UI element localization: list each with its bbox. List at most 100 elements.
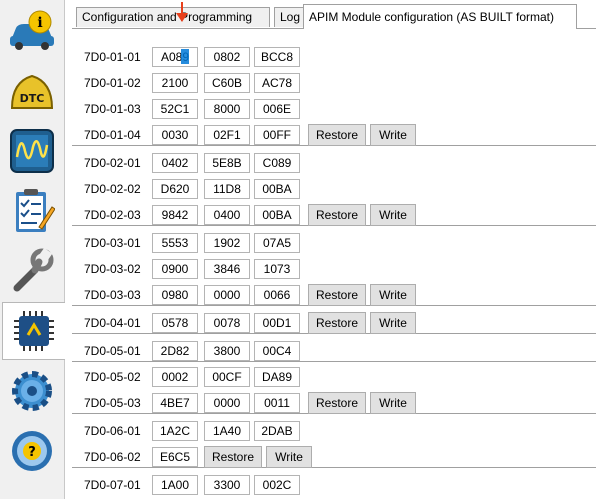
svg-text:?: ? [28,445,36,460]
restore-button[interactable]: Restore [204,446,262,468]
svg-text:DTC: DTC [20,92,45,105]
row-label: 7D0-03-03 [84,288,141,302]
value-cell[interactable]: C089 [254,153,300,173]
write-button[interactable]: Write [370,284,416,306]
value-cell[interactable]: 2DAB [254,421,300,441]
value-cell[interactable]: 0578 [152,313,198,333]
value-cell[interactable]: 00FF [254,125,300,145]
row-label: 7D0-07-01 [84,478,141,492]
value-cell[interactable]: DA89 [254,367,300,387]
value-cell[interactable]: 07A5 [254,233,300,253]
value-cell[interactable]: BCC8 [254,47,300,67]
restore-button[interactable]: Restore [308,124,366,146]
row-label: 7D0-02-01 [84,156,141,170]
value-cell[interactable]: 52C1 [152,99,198,119]
value-cell[interactable]: 0011 [254,393,300,413]
value-cell[interactable]: 00BA [254,179,300,199]
value-cell[interactable]: 1A2C [152,421,198,441]
value-cell[interactable]: 006E [254,99,300,119]
value-cell[interactable]: 1073 [254,259,300,279]
sidebar-item-chip[interactable] [2,302,65,360]
write-button[interactable]: Write [370,392,416,414]
value-cell[interactable]: 2D82 [152,341,198,361]
sidebar-item-wrench[interactable] [2,242,62,300]
value-cell[interactable]: 002C [254,475,300,495]
restore-button[interactable]: Restore [308,204,366,226]
wrench-icon [13,248,54,292]
sidebar: i DTC ? [0,0,65,499]
row-label: 7D0-06-01 [84,424,141,438]
value-cell[interactable]: 5E8B [204,153,250,173]
value-cell[interactable]: 0980 [152,285,198,305]
tab-configuration-and-programming[interactable]: Configuration and Programming [76,7,270,27]
sidebar-item-checklist[interactable] [2,182,62,240]
value-cell[interactable]: 0078 [204,313,250,333]
sidebar-item-car-info[interactable]: i [2,2,62,60]
write-button[interactable]: Write [370,312,416,334]
value-cell[interactable]: E6C5 [152,447,198,467]
value-cell[interactable]: 0066 [254,285,300,305]
value-cell[interactable]: 00CF [204,367,250,387]
text-selection-highlight [181,49,189,64]
value-cell[interactable]: 3300 [204,475,250,495]
value-cell[interactable]: 0400 [204,205,250,225]
value-cell[interactable]: 1902 [204,233,250,253]
value-cell[interactable]: 3800 [204,341,250,361]
value-cell[interactable]: 00C4 [254,341,300,361]
value-cell[interactable]: 0900 [152,259,198,279]
restore-button[interactable]: Restore [308,392,366,414]
restore-button[interactable]: Restore [308,284,366,306]
row-label: 7D0-05-02 [84,370,141,384]
row-label: 7D0-01-04 [84,128,141,142]
sidebar-item-settings[interactable] [2,362,62,420]
value-cell[interactable]: 00D1 [254,313,300,333]
row-label: 7D0-02-03 [84,208,141,222]
value-cell[interactable]: 1A40 [204,421,250,441]
value-cell[interactable]: 8000 [204,99,250,119]
value-cell[interactable]: 0002 [152,367,198,387]
tab-bar: Configuration and Programming Log APIM M… [72,4,596,29]
value-cell[interactable]: 5553 [152,233,198,253]
checklist-icon [16,189,55,232]
svg-text:i: i [37,15,42,31]
row-label: 7D0-05-03 [84,396,141,410]
value-cell[interactable]: 0402 [152,153,198,173]
dtc-icon: DTC [10,74,54,109]
sidebar-item-dtc[interactable]: DTC [2,62,62,120]
value-cell[interactable]: 0030 [152,125,198,145]
row-label: 7D0-03-01 [84,236,141,250]
value-cell[interactable]: A089 [152,47,198,67]
value-cell[interactable]: 00BA [254,205,300,225]
value-cell[interactable]: 2100 [152,73,198,93]
value-cell[interactable]: C60B [204,73,250,93]
row-label: 7D0-03-02 [84,262,141,276]
value-cell[interactable]: 0802 [204,47,250,67]
sidebar-item-oscilloscope[interactable] [2,122,62,180]
write-button[interactable]: Write [370,204,416,226]
row-label: 7D0-01-02 [84,76,141,90]
value-cell[interactable]: 3846 [204,259,250,279]
restore-button[interactable]: Restore [308,312,366,334]
chip-icon [14,311,54,351]
value-cell[interactable]: AC78 [254,73,300,93]
value-cell[interactable]: 1A00 [152,475,198,495]
row-label: 7D0-01-03 [84,102,141,116]
value-cell[interactable]: 02F1 [204,125,250,145]
value-cell[interactable]: D620 [152,179,198,199]
sidebar-item-help[interactable]: ? [2,422,62,480]
settings-gear-icon [12,371,52,411]
value-cell[interactable]: 0000 [204,393,250,413]
tab-apim-module-configuration[interactable]: APIM Module configuration (AS BUILT form… [303,4,577,29]
oscilloscope-icon [10,129,54,173]
help-steering-wheel-icon: ? [12,431,52,471]
value-cell[interactable]: 0000 [204,285,250,305]
write-button[interactable]: Write [370,124,416,146]
value-cell[interactable]: 9842 [152,205,198,225]
car-info-icon: i [10,10,54,50]
write-button[interactable]: Write [266,446,312,468]
group-separator [72,361,596,362]
value-cell[interactable]: 11D8 [204,179,250,199]
value-cell[interactable]: 4BE7 [152,393,198,413]
row-label: 7D0-06-02 [84,450,141,464]
tab-log[interactable]: Log [274,7,304,27]
